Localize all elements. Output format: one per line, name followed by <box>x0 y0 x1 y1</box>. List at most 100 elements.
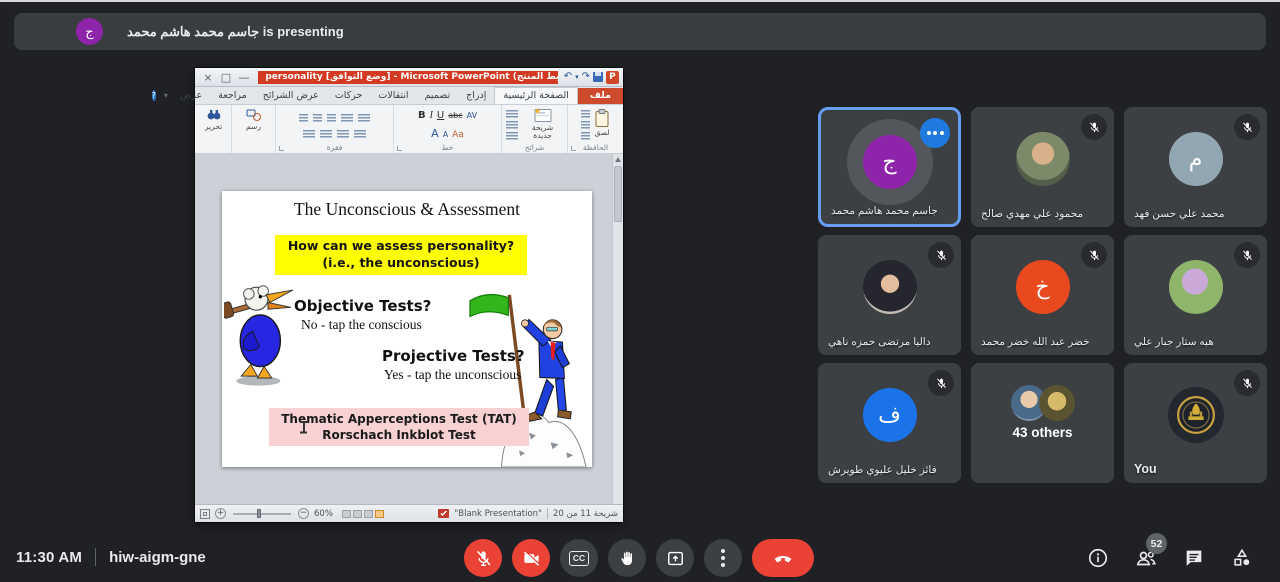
ppt-tab-view: عرض <box>172 88 210 104</box>
participant-name: خضر عبد الله خضر محمد <box>981 336 1090 348</box>
participant-tile[interactable]: م محمد علي حسن فهد <box>1124 107 1267 227</box>
indent-decrease-icon <box>327 114 336 122</box>
participant-tile[interactable]: هبه ستار جبار علي <box>1124 235 1267 355</box>
text-cursor-ibeam <box>300 421 307 433</box>
participant-tile[interactable]: محمود علي مهدي صالح <box>971 107 1114 227</box>
slide-tests-line2: Rorschach Inkblot Test <box>271 427 527 443</box>
ppt-slide-canvas: The Unconscious & Assessment How can we … <box>195 154 623 504</box>
slide-yellow-highlight: How can we assess personality? (i.e., th… <box>275 235 527 275</box>
reset-slide-icon <box>506 121 518 129</box>
mic-off-icon <box>1081 242 1107 268</box>
window-top-edge <box>0 0 1280 2</box>
ppt-redo-icon: ↷ <box>582 72 590 82</box>
ppt-paste-label: لصق <box>594 129 609 137</box>
reading-view-icon <box>342 510 351 518</box>
slide-title: The Unconscious & Assessment <box>222 199 592 220</box>
activities-button[interactable] <box>1230 546 1254 570</box>
meeting-details-button[interactable] <box>1086 546 1110 570</box>
participant-tile-presenter[interactable]: ج جاسم محمد هاشم محمد <box>818 107 961 227</box>
participant-tile[interactable]: خ خضر عبد الله خضر محمد <box>971 235 1114 355</box>
info-icon <box>1087 547 1109 569</box>
zoom-in-icon: + <box>215 508 226 519</box>
avatar: ف <box>863 388 917 442</box>
slide-pink-highlight: Thematic Apperceptions Test (TAT) Rorsch… <box>269 408 529 446</box>
ppt-minimize-icon: — <box>235 72 253 83</box>
change-case-icon: Aa <box>452 130 464 140</box>
ppt-paste-button: لصق <box>594 108 610 137</box>
participant-name: فائز خليل عليوي طويرش <box>828 464 937 476</box>
ppt-new-slide-button: شريحة جديدة <box>522 108 563 141</box>
align-center-icon <box>337 130 349 138</box>
mic-off-icon <box>1234 114 1260 140</box>
mic-off-icon <box>1234 242 1260 268</box>
tile-more-options-icon[interactable] <box>920 118 950 148</box>
ppt-tab-review: مراجعة <box>210 88 255 104</box>
clipboard-icon <box>594 108 610 128</box>
ppt-tab-insert: إدراج <box>458 88 494 104</box>
chat-icon <box>1183 547 1205 569</box>
ppt-drawing-button: رسم <box>246 108 262 131</box>
avatar-photo <box>863 260 917 314</box>
ppt-titlebar: × □ — personality [وضع التوافق] - Micros… <box>195 68 623 87</box>
zoom-level: 60% <box>314 509 333 519</box>
ppt-slides-small-buttons <box>506 108 518 140</box>
ppt-status-bar: + − 60% "Blank Presentation" شريحة 11 من… <box>195 504 623 522</box>
ppt-ribbon-tabs: ملف الصفحة الرئيسية إدراج تصميم انتقالات… <box>195 87 623 105</box>
new-slide-icon <box>534 108 552 123</box>
raised-hand-icon <box>618 549 637 568</box>
slide-counter: شريحة 11 من 20 <box>553 509 618 519</box>
ppt-paragraph-row-2 <box>303 126 366 138</box>
bold-icon: B <box>418 110 426 121</box>
camera-toggle-button[interactable] <box>512 539 550 577</box>
avatar-photo <box>1016 132 1070 186</box>
participant-name: هبه ستار جبار علي <box>1134 336 1214 348</box>
more-options-button[interactable] <box>704 539 742 577</box>
ppt-group-editing: تحرير <box>196 105 231 153</box>
zoom-slider-thumb <box>257 509 261 518</box>
numbering-icon <box>341 114 353 122</box>
ppt-font-label: خط <box>394 143 501 152</box>
ppt-paragraph-label: فقرة <box>276 143 393 152</box>
align-left-icon <box>320 130 332 138</box>
italic-icon: I <box>430 110 433 121</box>
zoom-out-icon: − <box>298 508 309 519</box>
bullets-icon <box>358 114 370 122</box>
ppt-undo-caret-icon: ▾ <box>575 72 579 82</box>
cut-icon <box>581 110 590 118</box>
ppt-vertical-scrollbar[interactable] <box>612 154 623 504</box>
slide-objective-heading: Objective Tests? <box>294 297 431 315</box>
leave-call-button[interactable] <box>752 539 814 577</box>
text-direction-icon <box>299 114 308 122</box>
slide-projective-answer: Yes - tap the unconscious <box>384 367 521 383</box>
more-options-icon <box>721 549 725 567</box>
mic-toggle-button[interactable] <box>464 539 502 577</box>
shared-screen-powerpoint[interactable]: × □ — personality [وضع التوافق] - Micros… <box>195 68 623 522</box>
ppt-logo-icon: P <box>606 71 619 84</box>
participant-count-badge: 52 <box>1146 533 1167 554</box>
captions-button[interactable]: CC <box>560 539 598 577</box>
slide-question-line2: (i.e., the unconscious) <box>277 255 525 272</box>
participant-tile-others[interactable]: 43 others <box>971 363 1114 483</box>
ppt-drawing-label: رسم <box>246 123 261 131</box>
ppt-tab-transitions: انتقالات <box>370 88 416 104</box>
chat-button[interactable] <box>1182 546 1206 570</box>
participant-tile[interactable]: ف فائز خليل عليوي طويرش <box>818 363 961 483</box>
slide-question-line1: How can we assess personality? <box>277 238 525 255</box>
participant-name: محمد علي حسن فهد <box>1134 208 1224 220</box>
you-label: You <box>1134 462 1157 476</box>
call-controls: CC <box>464 539 814 577</box>
present-screen-button[interactable] <box>656 539 694 577</box>
participant-name: جاسم محمد هاشم محمد <box>831 205 938 217</box>
delete-slide-icon <box>506 132 518 140</box>
participant-name: محمود علي مهدي صالح <box>981 208 1083 220</box>
participants-button[interactable]: 52 <box>1134 546 1158 570</box>
participant-tile-you[interactable]: You <box>1124 363 1267 483</box>
ppt-group-drawing: رسم <box>231 105 275 153</box>
raise-hand-button[interactable] <box>608 539 646 577</box>
captions-icon: CC <box>569 551 589 566</box>
participant-tile[interactable]: داليا مرتضى حمزه ناهي <box>818 235 961 355</box>
ppt-slides-label: شرائح <box>502 143 567 152</box>
slide-objective-answer: No - tap the conscious <box>301 317 422 333</box>
meeting-code: hiw-aigm-gne <box>109 549 206 566</box>
align-right-icon <box>354 130 366 138</box>
